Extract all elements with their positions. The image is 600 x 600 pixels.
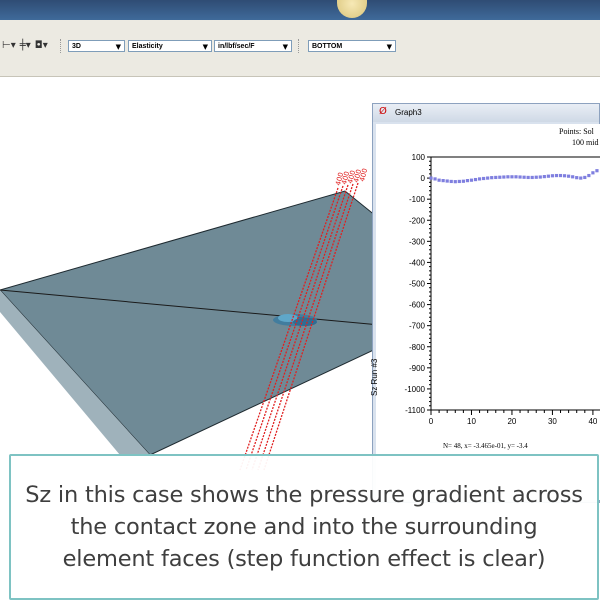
data-point xyxy=(546,174,550,178)
chevron-down-icon: ▼ xyxy=(115,43,121,51)
tutorial-caption: Sz in this case shows the pressure gradi… xyxy=(9,454,599,600)
probe-labels: 400 400 400 400 400 xyxy=(334,168,369,187)
toolbar-icon-group: ⊢▾ ╪▾ ◘▾ xyxy=(2,40,48,54)
data-point xyxy=(510,175,514,179)
y-tick-label: -100 xyxy=(409,195,426,204)
data-point xyxy=(591,171,595,175)
lock-icon[interactable]: ╪▾ xyxy=(20,40,31,54)
data-point xyxy=(562,174,567,178)
window-title-bar xyxy=(0,0,600,20)
data-point xyxy=(433,177,437,181)
data-point xyxy=(502,175,506,179)
surface-select[interactable]: BOTTOM ▼ xyxy=(308,40,396,52)
data-point xyxy=(445,179,449,183)
graph-window[interactable]: Ø Graph3 Points: Sol 100 mid Sz Run #3 1… xyxy=(370,103,600,503)
result-type-value: Elasticity xyxy=(132,43,163,50)
caption-text: Sz in this case shows the pressure gradi… xyxy=(25,482,583,572)
data-point xyxy=(575,176,579,180)
graph-app-icon: Ø xyxy=(379,106,387,117)
data-point xyxy=(538,175,542,179)
toolbar: ⊢▾ ╪▾ ◘▾ 3D ▼ Elasticity ▼ in/lbf/sec/F … xyxy=(0,20,600,77)
data-point xyxy=(494,175,498,180)
y-tick-label: -300 xyxy=(409,237,426,246)
axis-icon[interactable]: ⊢▾ xyxy=(2,40,16,54)
y-tick-label: -500 xyxy=(409,280,426,289)
view-mode-value: 3D xyxy=(72,43,81,50)
surface-value: BOTTOM xyxy=(312,43,343,50)
data-point xyxy=(534,175,538,179)
data-point xyxy=(482,176,486,181)
contact-zone-markers xyxy=(273,314,317,326)
data-point xyxy=(554,173,559,178)
desktop-background-decoration xyxy=(337,0,367,18)
y-tick-label: -700 xyxy=(409,322,426,331)
data-point xyxy=(558,173,563,178)
data-point xyxy=(550,174,555,178)
data-point xyxy=(530,175,534,180)
data-point xyxy=(486,176,490,180)
y-tick-label: -400 xyxy=(409,258,426,267)
view-mode-select[interactable]: 3D ▼ xyxy=(68,40,125,52)
x-tick-label: 20 xyxy=(507,417,516,426)
data-point xyxy=(457,179,461,184)
data-point xyxy=(522,175,526,179)
data-point xyxy=(542,175,546,179)
chevron-down-icon: ▼ xyxy=(202,43,208,51)
data-point xyxy=(514,175,518,179)
data-point xyxy=(453,180,457,184)
graph-stat-line: N= 48, x= -3.465e-01, y= -3.4 xyxy=(443,442,528,450)
data-point xyxy=(429,176,433,180)
data-point xyxy=(437,178,441,182)
y-tick-label: 100 xyxy=(412,153,426,162)
graph-title: Graph3 xyxy=(395,108,422,117)
data-point xyxy=(518,175,522,179)
chevron-down-icon: ▼ xyxy=(282,43,288,51)
x-tick-label: 40 xyxy=(588,417,597,426)
data-point xyxy=(571,175,575,179)
y-tick-label: -200 xyxy=(409,216,426,225)
y-tick-label: 0 xyxy=(421,174,426,183)
data-point xyxy=(465,179,470,183)
y-tick-label: -800 xyxy=(409,343,426,352)
units-select[interactable]: in/lbf/sec/F ▼ xyxy=(214,40,292,52)
x-tick-label: 10 xyxy=(467,417,476,426)
x-tick-label: 0 xyxy=(429,417,434,426)
data-point xyxy=(469,178,474,182)
y-tick-label: -1000 xyxy=(405,385,426,394)
y-tick-label: -1100 xyxy=(405,406,425,415)
y-tick-label: -900 xyxy=(409,364,426,373)
data-point xyxy=(583,175,587,180)
data-point xyxy=(579,176,583,180)
data-point xyxy=(595,169,599,173)
graph-title-bar[interactable]: Ø Graph3 xyxy=(373,104,599,122)
data-point xyxy=(587,173,591,178)
data-point xyxy=(490,176,494,180)
data-point xyxy=(441,179,445,183)
plot-frame xyxy=(430,156,600,411)
toolbar-separator xyxy=(60,39,63,53)
data-point xyxy=(473,177,478,182)
data-point xyxy=(461,179,465,183)
chevron-down-icon: ▼ xyxy=(386,43,392,51)
camera-icon[interactable]: ◘▾ xyxy=(35,40,48,54)
data-point xyxy=(477,177,482,181)
data-point xyxy=(506,175,510,179)
toolbar-separator xyxy=(298,39,301,53)
x-tick-label: 30 xyxy=(548,417,557,426)
data-point xyxy=(526,175,530,180)
data-point xyxy=(498,175,502,179)
y-tick-label: -600 xyxy=(409,301,426,310)
result-type-select[interactable]: Elasticity ▼ xyxy=(128,40,212,52)
units-value: in/lbf/sec/F xyxy=(218,43,255,50)
data-point xyxy=(567,174,571,178)
data-point xyxy=(449,179,453,184)
